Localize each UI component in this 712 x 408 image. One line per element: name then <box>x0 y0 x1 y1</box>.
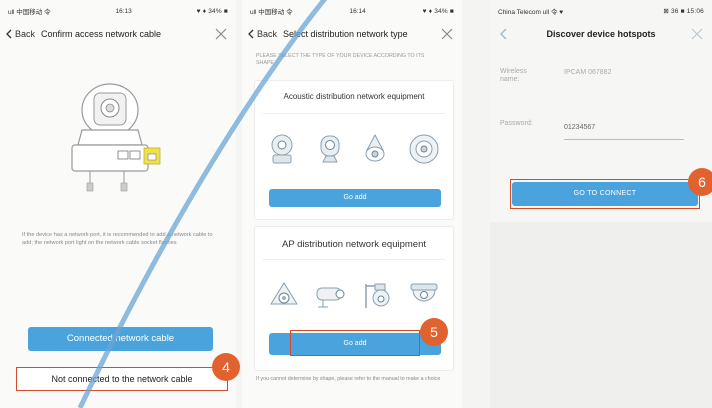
wireless-name-value: IPCAM 067882 <box>564 69 612 76</box>
divider <box>263 259 445 260</box>
close-icon[interactable] <box>214 27 228 41</box>
network-port-hint: If the device has a network port, it is … <box>22 232 213 246</box>
page-title: Confirm access network cable <box>41 29 162 39</box>
status-battery: ♥ ♦ 34% ■ <box>196 7 228 15</box>
status-carrier: ull 中国移动 令 <box>250 9 293 16</box>
fisheye-camera-icon <box>270 282 298 305</box>
empty-content-area <box>490 222 712 408</box>
nav-bar: Back Confirm access network cable <box>0 22 236 46</box>
password-underline <box>564 139 684 140</box>
ptz-camera-icon <box>365 283 390 308</box>
status-time: 16:13 <box>115 7 132 15</box>
step-badge-4: 4 <box>212 353 240 381</box>
cube-camera-icon <box>320 135 340 163</box>
back-button[interactable]: Back <box>6 29 35 39</box>
acoustic-go-add-button[interactable]: Go add <box>269 189 441 207</box>
status-bar: ull 中国移动 令 16:14 ♥ ♦ 34% ■ <box>242 0 462 22</box>
status-bar: China Telecom ull 令 ♥ ⊠ 36 ■ 15:06 <box>490 0 712 22</box>
close-icon[interactable] <box>440 27 454 41</box>
back-label: Back <box>257 29 278 39</box>
status-battery: ♥ ♦ 34% ■ <box>422 7 454 15</box>
wireless-name-label: Wireless name: <box>500 68 527 83</box>
go-add-highlight <box>290 330 420 356</box>
device-type-caption: PLEASE SELECT THE TYPE OF YOUR DEVICE AC… <box>256 53 425 66</box>
status-time: 16:14 <box>349 7 366 15</box>
close-icon[interactable] <box>690 27 704 41</box>
nav-bar: Discover device hotspots <box>490 22 712 46</box>
nav-bar: Back Select distribution network type <box>242 22 462 46</box>
acoustic-equipment-card: Acoustic distribution network equipment … <box>254 80 454 220</box>
status-carrier: China Telecom ull 令 ♥ <box>498 9 564 16</box>
not-connected-network-cable-button[interactable]: Not connected to the network cable <box>16 367 228 391</box>
step-badge-6: 6 <box>688 168 712 196</box>
status-carrier: ull 中国移动 令 <box>8 9 51 16</box>
screen-confirm-network-cable: ull 中国移动 令 16:13 ♥ ♦ 34% ■ Back Confirm … <box>0 0 236 408</box>
password-input[interactable]: 01234567 <box>564 124 595 131</box>
camera-network-port-illustration <box>71 83 161 192</box>
bullet-camera-icon <box>316 287 345 308</box>
status-battery-time: ⊠ 36 ■ 15:06 <box>663 8 704 15</box>
ap-card-title: AP distribution network equipment <box>282 239 426 250</box>
go-to-connect-highlight <box>510 179 700 209</box>
chevron-left-icon <box>6 29 12 39</box>
ap-device-icons <box>267 277 441 313</box>
password-label: Password: <box>500 120 533 127</box>
step-badge-5: 5 <box>420 318 448 346</box>
dome-camera-icon <box>410 283 438 302</box>
pan-tilt-camera-icon <box>271 134 293 164</box>
page-title: Select distribution network type <box>283 29 408 39</box>
divider <box>263 113 445 114</box>
connected-network-cable-button[interactable]: Connected network cable <box>28 327 213 351</box>
back-label: Back <box>15 29 36 39</box>
back-button[interactable]: Back <box>248 29 277 39</box>
shape-hint: If you cannot determine by shape, please… <box>256 376 441 382</box>
acoustic-device-icons <box>267 131 441 167</box>
acoustic-card-title: Acoustic distribution network equipment <box>283 92 425 101</box>
page-title: Discover device hotspots <box>546 29 656 39</box>
chevron-left-icon <box>248 29 254 39</box>
ceiling-camera-icon <box>409 134 439 164</box>
status-bar: ull 中国移动 令 16:13 ♥ ♦ 34% ■ <box>0 0 236 22</box>
bulb-camera-icon <box>365 133 385 162</box>
